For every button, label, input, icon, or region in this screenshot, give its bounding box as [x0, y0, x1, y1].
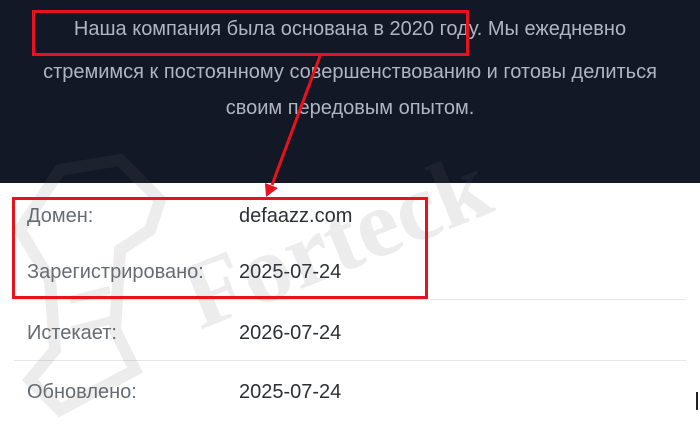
whois-row-expires: Истекает: 2026-07-24 [0, 305, 700, 361]
updated-value: 2025-07-24 [239, 381, 342, 403]
domain-label: Домен: [27, 205, 94, 227]
expires-value: 2026-07-24 [239, 322, 342, 344]
expires-label: Истекает: [27, 322, 117, 344]
edge-mark [696, 392, 698, 410]
registered-label: Зарегистрировано: [27, 261, 204, 283]
whois-row-updated: Обновлено: 2025-07-24 [0, 364, 700, 420]
company-mission-text: стремимся к постоянному совершенствовани… [43, 61, 657, 83]
registered-value: 2025-07-24 [239, 261, 342, 283]
company-founded-text: Наша компания была основана в 2020 году.… [73, 18, 627, 40]
company-experience-text: своим передовым опытом. [225, 97, 475, 119]
company-info-banner: Наша компания была основана в 2020 году.… [0, 0, 700, 183]
row-divider [14, 299, 686, 300]
row-divider [14, 360, 686, 361]
whois-row-registered: Зарегистрировано: 2025-07-24 [0, 244, 700, 300]
updated-label: Обновлено: [27, 381, 137, 403]
whois-table: Домен: defaazz.com Зарегистрировано: 202… [0, 183, 700, 429]
domain-value: defaazz.com [239, 205, 353, 227]
whois-row-domain: Домен: defaazz.com [0, 188, 700, 244]
